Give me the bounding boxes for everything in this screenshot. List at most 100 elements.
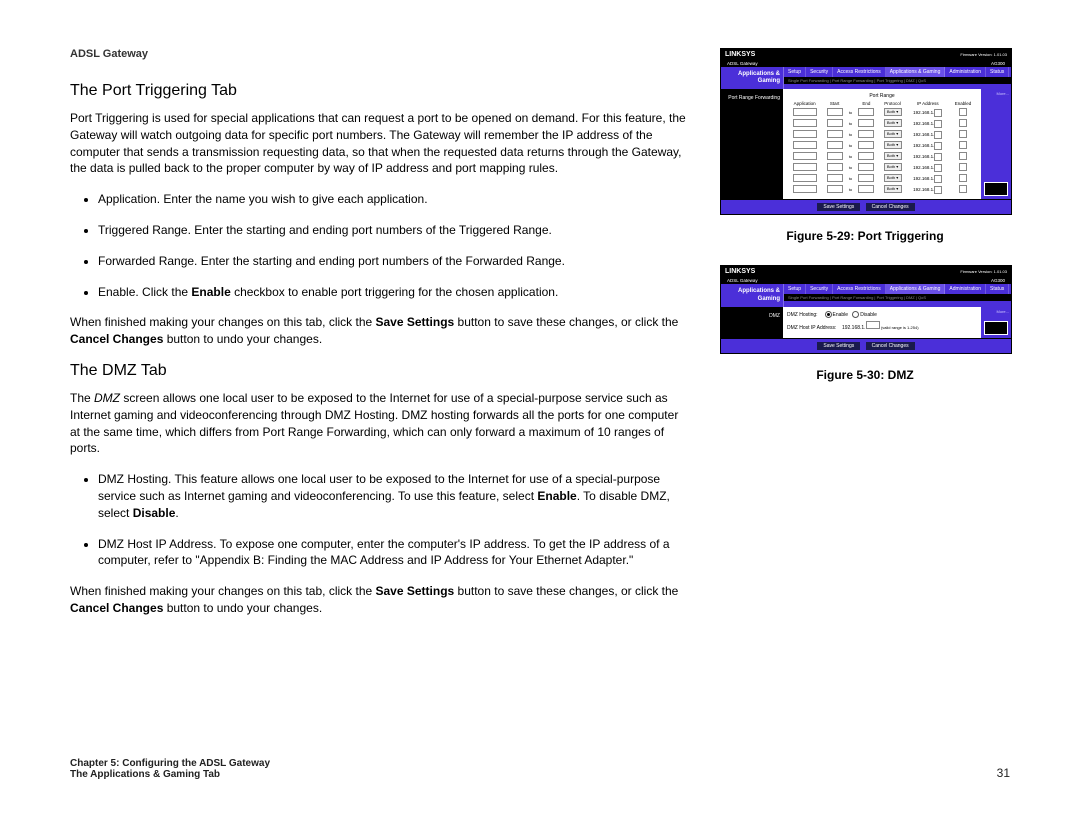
table-row: toBoth ▾192.168.1. xyxy=(787,184,977,195)
end-port-input[interactable] xyxy=(858,163,874,171)
save-settings-button[interactable]: Save Settings xyxy=(817,203,860,211)
col-application: Application xyxy=(787,100,822,107)
tab-status[interactable]: Status xyxy=(986,67,1009,77)
protocol-select[interactable]: Both ▾ xyxy=(884,130,902,138)
protocol-select[interactable]: Both ▾ xyxy=(884,174,902,182)
cancel-changes-button[interactable]: Cancel Changes xyxy=(866,203,915,211)
disable-radio[interactable] xyxy=(852,311,859,318)
application-input[interactable] xyxy=(793,130,817,138)
subnav[interactable]: Single Port Forwarding | Port Range Forw… xyxy=(784,77,1011,84)
section-heading-port-triggering: The Port Triggering Tab xyxy=(70,82,690,100)
tab-administration[interactable]: Administration xyxy=(945,284,986,294)
dmz-host-ip-input[interactable] xyxy=(866,321,880,329)
end-port-input[interactable] xyxy=(858,174,874,182)
firmware-label: Firmware Version: 1.01.03 xyxy=(960,269,1007,274)
application-input[interactable] xyxy=(793,174,817,182)
enable-checkbox[interactable] xyxy=(959,130,967,138)
text: When finished making your changes on thi… xyxy=(70,315,376,329)
subnav[interactable]: Single Port Forwarding | Port Range Forw… xyxy=(784,294,1011,301)
brand-logo: LINKSYS xyxy=(725,268,755,275)
enable-checkbox[interactable] xyxy=(959,185,967,193)
cancel-changes-button[interactable]: Cancel Changes xyxy=(866,342,915,350)
ip-prefix: 192.168.1. xyxy=(913,143,934,148)
ip-last-octet-input[interactable] xyxy=(934,164,942,172)
tab-applications-gaming[interactable]: Applications & Gaming xyxy=(886,284,946,294)
firmware-label: Firmware Version: 1.01.03 xyxy=(960,52,1007,57)
tab-setup[interactable]: Setup xyxy=(784,67,806,77)
end-port-input[interactable] xyxy=(858,141,874,149)
bold-text: Save Settings xyxy=(376,584,455,598)
enable-checkbox[interactable] xyxy=(959,119,967,127)
ip-last-octet-input[interactable] xyxy=(934,120,942,128)
enable-checkbox[interactable] xyxy=(959,108,967,116)
application-input[interactable] xyxy=(793,108,817,116)
tab-security[interactable]: Security xyxy=(806,284,833,294)
enable-checkbox[interactable] xyxy=(959,141,967,149)
protocol-select[interactable]: Both ▾ xyxy=(884,163,902,171)
protocol-select[interactable]: Both ▾ xyxy=(884,152,902,160)
application-input[interactable] xyxy=(793,185,817,193)
tab-status[interactable]: Status xyxy=(986,284,1009,294)
paragraph: When finished making your changes on thi… xyxy=(70,583,690,617)
figure-caption: Figure 5-29: Port Triggering xyxy=(720,229,1010,243)
enable-checkbox[interactable] xyxy=(959,163,967,171)
tab-applications-gaming[interactable]: Applications & Gaming xyxy=(886,67,946,77)
start-port-input[interactable] xyxy=(827,130,843,138)
help-panel: More... xyxy=(981,307,1011,338)
save-settings-button[interactable]: Save Settings xyxy=(817,342,860,350)
table-row: toBoth ▾192.168.1. xyxy=(787,173,977,184)
ip-last-octet-input[interactable] xyxy=(934,142,942,150)
bold-text: Enable xyxy=(191,285,230,299)
tab-security[interactable]: Security xyxy=(806,67,833,77)
application-input[interactable] xyxy=(793,141,817,149)
text: checkbox to enable port triggering for t… xyxy=(231,285,559,299)
end-port-input[interactable] xyxy=(858,119,874,127)
protocol-select[interactable]: Both ▾ xyxy=(884,185,902,193)
bold-text: Disable xyxy=(133,506,176,520)
ip-prefix: 192.168.1. xyxy=(913,165,934,170)
application-input[interactable] xyxy=(793,163,817,171)
application-input[interactable] xyxy=(793,152,817,160)
more-link[interactable]: More... xyxy=(981,89,1011,98)
list-item: DMZ Host IP Address. To expose one compu… xyxy=(98,536,690,570)
start-port-input[interactable] xyxy=(827,174,843,182)
port-table: Application Start End Protocol IP Addres… xyxy=(787,100,977,195)
doc-header: ADSL Gateway xyxy=(70,48,690,60)
tab-access-restrictions[interactable]: Access Restrictions xyxy=(833,284,886,294)
text: button to undo your changes. xyxy=(163,332,322,346)
end-port-input[interactable] xyxy=(858,185,874,193)
protocol-select[interactable]: Both ▾ xyxy=(884,108,902,116)
list-item: Application. Enter the name you wish to … xyxy=(98,191,690,208)
enable-radio[interactable] xyxy=(825,311,832,318)
dmz-host-ip-label: DMZ Host IP Address: xyxy=(787,325,836,331)
more-link[interactable]: More... xyxy=(981,307,1011,316)
protocol-select[interactable]: Both ▾ xyxy=(884,141,902,149)
tab-administration[interactable]: Administration xyxy=(945,67,986,77)
table-row: toBoth ▾192.168.1. xyxy=(787,162,977,173)
tab-setup[interactable]: Setup xyxy=(784,284,806,294)
start-port-input[interactable] xyxy=(827,119,843,127)
start-port-input[interactable] xyxy=(827,185,843,193)
end-port-input[interactable] xyxy=(858,108,874,116)
enable-checkbox[interactable] xyxy=(959,152,967,160)
ip-last-octet-input[interactable] xyxy=(934,153,942,161)
end-port-input[interactable] xyxy=(858,152,874,160)
start-port-input[interactable] xyxy=(827,141,843,149)
tab-access-restrictions[interactable]: Access Restrictions xyxy=(833,67,886,77)
ip-last-octet-input[interactable] xyxy=(934,175,942,183)
list-item: Triggered Range. Enter the starting and … xyxy=(98,222,690,239)
ip-last-octet-input[interactable] xyxy=(934,131,942,139)
start-port-input[interactable] xyxy=(827,152,843,160)
ip-last-octet-input[interactable] xyxy=(934,109,942,117)
figure-dmz: LINKSYS Firmware Version: 1.01.03 ADSL G… xyxy=(720,265,1010,353)
enable-checkbox[interactable] xyxy=(959,174,967,182)
end-port-input[interactable] xyxy=(858,130,874,138)
panel-label: DMZ xyxy=(721,307,783,338)
ip-last-octet-input[interactable] xyxy=(934,186,942,194)
help-panel: More... xyxy=(981,89,1011,199)
application-input[interactable] xyxy=(793,119,817,127)
start-port-input[interactable] xyxy=(827,163,843,171)
start-port-input[interactable] xyxy=(827,108,843,116)
protocol-select[interactable]: Both ▾ xyxy=(884,119,902,127)
titlebar-left: ADSL Gateway xyxy=(727,278,758,283)
